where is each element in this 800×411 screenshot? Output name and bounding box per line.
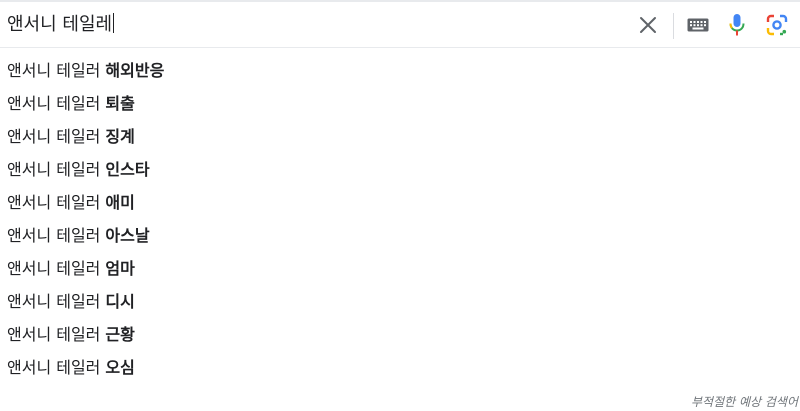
lens-search-button[interactable] bbox=[763, 11, 791, 39]
clear-button[interactable] bbox=[634, 11, 662, 39]
search-input[interactable]: 앤서니 테일레 bbox=[7, 13, 115, 37]
report-predictions-link[interactable]: 부적절한 예상 검색어 bbox=[691, 393, 798, 410]
suggestion-completion: 인스타 bbox=[105, 159, 150, 179]
suggestion-item[interactable]: 앤서니 테일러 디시 bbox=[0, 283, 800, 316]
suggestion-list: 앤서니 테일러 해외반응 앤서니 테일러 퇴출 앤서니 테일러 징계 앤서니 테일러 인… bbox=[0, 52, 800, 382]
suggestion-prefix: 앤서니 테일러 bbox=[7, 357, 101, 377]
suggestion-item[interactable]: 앤서니 테일러 오심 bbox=[0, 349, 800, 382]
suggestion-prefix: 앤서니 테일러 bbox=[7, 258, 101, 278]
keyboard-icon bbox=[687, 18, 709, 32]
suggestion-completion: 퇴출 bbox=[105, 93, 135, 113]
text-caret bbox=[113, 13, 115, 33]
suggestion-completion: 해외반응 bbox=[105, 60, 165, 80]
suggestion-completion: 아스날 bbox=[105, 225, 150, 245]
suggestion-prefix: 앤서니 테일러 bbox=[7, 60, 101, 80]
keyboard-button[interactable] bbox=[684, 11, 712, 39]
camera-lens-icon bbox=[766, 14, 788, 36]
search-bar-divider bbox=[673, 13, 674, 39]
suggestion-completion: 징계 bbox=[105, 126, 135, 146]
suggestion-item[interactable]: 앤서니 테일러 근황 bbox=[0, 316, 800, 349]
microphone-icon bbox=[729, 14, 745, 36]
suggestion-prefix: 앤서니 테일러 bbox=[7, 93, 101, 113]
suggestion-completion: 오심 bbox=[105, 357, 135, 377]
suggestion-completion: 근황 bbox=[105, 324, 135, 344]
suggestion-prefix: 앤서니 테일러 bbox=[7, 225, 101, 245]
suggestion-item[interactable]: 앤서니 테일러 애미 bbox=[0, 184, 800, 217]
suggestion-completion: 디시 bbox=[105, 291, 135, 311]
suggestion-prefix: 앤서니 테일러 bbox=[7, 159, 101, 179]
suggestion-item[interactable]: 앤서니 테일러 해외반응 bbox=[0, 52, 800, 85]
suggestion-item[interactable]: 앤서니 테일러 징계 bbox=[0, 118, 800, 151]
suggestion-item[interactable]: 앤서니 테일러 아스날 bbox=[0, 217, 800, 250]
search-query-text: 앤서니 테일레 bbox=[7, 14, 113, 35]
suggestion-item[interactable]: 앤서니 테일러 인스타 bbox=[0, 151, 800, 184]
suggestion-completion: 애미 bbox=[105, 192, 135, 212]
close-icon bbox=[640, 17, 656, 33]
suggestion-prefix: 앤서니 테일러 bbox=[7, 291, 101, 311]
suggestion-completion: 엄마 bbox=[105, 258, 135, 278]
search-bar: 앤서니 테일레 bbox=[0, 2, 800, 48]
suggestion-prefix: 앤서니 테일러 bbox=[7, 324, 101, 344]
voice-search-button[interactable] bbox=[723, 11, 751, 39]
suggestion-prefix: 앤서니 테일러 bbox=[7, 126, 101, 146]
suggestion-prefix: 앤서니 테일러 bbox=[7, 192, 101, 212]
suggestion-item[interactable]: 앤서니 테일러 엄마 bbox=[0, 250, 800, 283]
suggestion-item[interactable]: 앤서니 테일러 퇴출 bbox=[0, 85, 800, 118]
